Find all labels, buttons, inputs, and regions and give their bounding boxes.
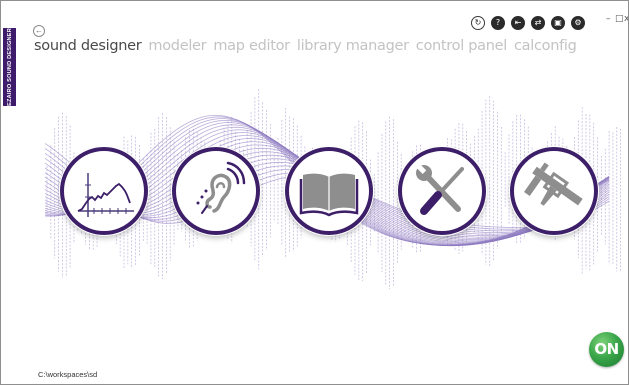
calconfig-tool[interactable] [510,147,598,235]
sound-designer-tool[interactable] [60,147,148,235]
open-book-icon [299,173,359,217]
ear-sound-icon [196,161,246,214]
frequency-response-graph-icon [77,173,134,217]
wrench-screwdriver-icon [416,164,464,215]
app-window: EZAIRO SOUND DESIGNER ← sound designer mo… [0,0,629,385]
logo-text: ON [594,340,619,358]
on-semiconductor-logo: ON [589,332,624,367]
control-panel-tool[interactable] [398,147,486,235]
library-manager-tool[interactable] [285,147,373,235]
workspace-path: C:\workspaces\sd [38,370,98,379]
caliper-icon [524,162,583,206]
modeler-tool[interactable] [172,147,260,235]
